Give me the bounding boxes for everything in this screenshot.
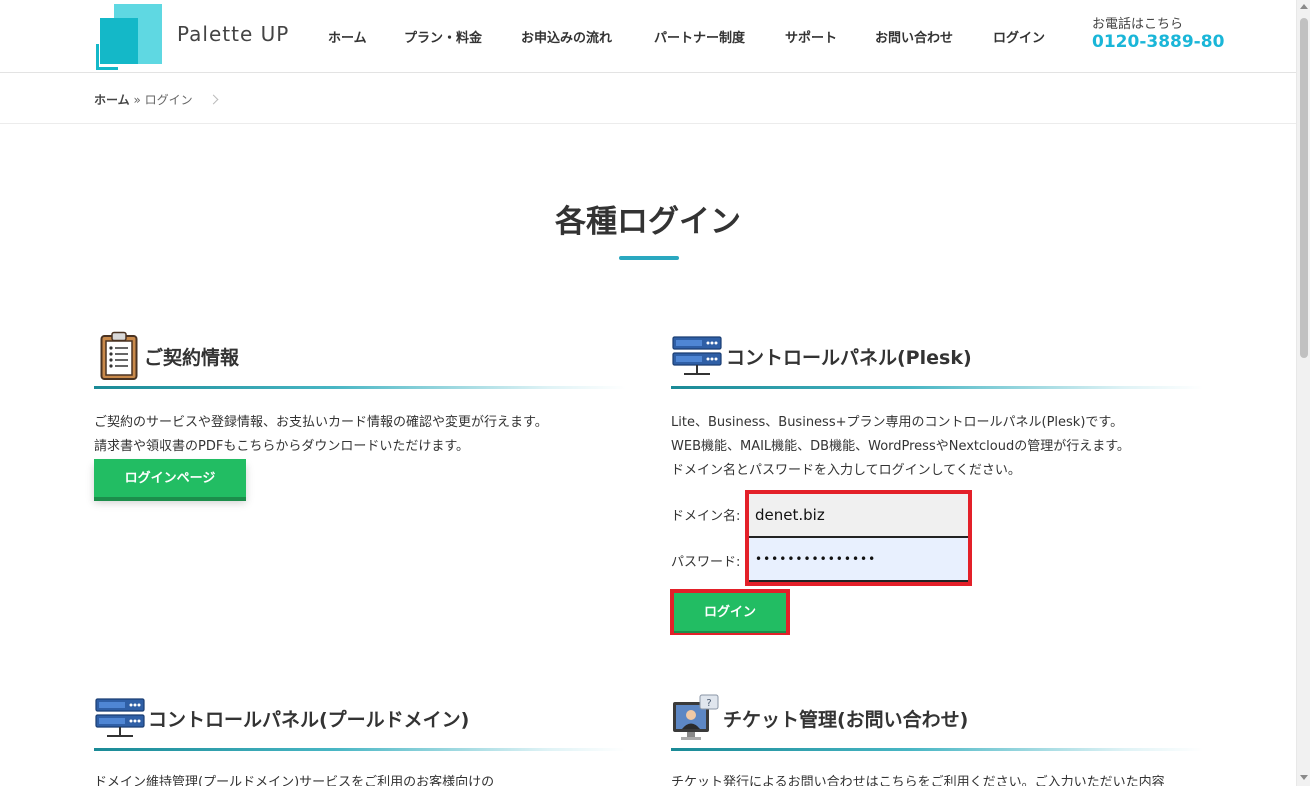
site-header: Palette UP ホーム プラン・料金 お申込みの流れ パートナー制度 サポ… (0, 0, 1296, 73)
plesk-section-rule (671, 386, 1203, 389)
nav-item-home[interactable]: ホーム (328, 27, 367, 46)
nav-item-flow[interactable]: お申込みの流れ (521, 27, 612, 46)
nav-item-login[interactable]: ログイン (993, 27, 1045, 46)
page-title: 各種ログイン (555, 204, 741, 240)
nav-item-contact[interactable]: お問い合わせ (875, 27, 953, 46)
scroll-up-arrow-icon[interactable] (1300, 4, 1308, 9)
breadcrumb: ホーム » ログイン (94, 91, 219, 108)
chevron-right-icon (209, 94, 219, 105)
contract-description-line-1: ご契約のサービスや登録情報、お支払いカード情報の確認や変更が行えます。 (94, 415, 548, 430)
pool-domain-section-title: コントロールパネル(プールドメイン) (148, 709, 470, 731)
plesk-section-title: コントロールパネル(Plesk) (726, 347, 972, 369)
server-icon (95, 698, 145, 740)
nav-item-plans[interactable]: プラン・料金 (404, 27, 482, 46)
title-underline (619, 256, 679, 260)
plesk-description-line-2: WEB機能、MAIL機能、DB機能、WordPressやNextcloudの管理… (671, 439, 1130, 454)
ticket-description-line-1: チケット発行によるお問い合わせはこちらをご利用ください。ご入力いただいた内容 (671, 775, 1165, 786)
scrollbar-thumb[interactable] (1300, 18, 1308, 358)
password-input[interactable] (749, 538, 968, 582)
plesk-description-line-1: Lite、Business、Business+プラン専用のコントロールパネル(P… (671, 415, 1124, 430)
support-operator-icon: ? (672, 694, 720, 742)
breadcrumb-separator: » (133, 93, 141, 107)
server-icon (672, 336, 722, 378)
pool-domain-description-line-1: ドメイン維持管理(プールドメイン)サービスをご利用のお客様向けの (94, 775, 495, 786)
ticket-section-rule (671, 748, 1203, 751)
breadcrumb-current: ログイン (144, 93, 193, 107)
nav-item-partner[interactable]: パートナー制度 (654, 27, 745, 46)
clipboard-icon (100, 331, 138, 381)
contract-description-line-2: 請求書や領収書のPDFもこちらからダウンロードいただけます。 (94, 439, 470, 454)
contract-section-title: ご契約情報 (144, 347, 240, 369)
phone-number[interactable]: 0120-3889-80 (1092, 32, 1224, 52)
palette-up-logo[interactable] (96, 4, 162, 70)
phone-label: お電話はこちら (1092, 17, 1184, 32)
vertical-scrollbar[interactable] (1296, 0, 1310, 786)
nav-item-support[interactable]: サポート (785, 27, 837, 46)
login-page-button[interactable]: ログインページ (94, 459, 246, 497)
contract-section-rule (94, 386, 626, 389)
ticket-section-title: チケット管理(お問い合わせ) (723, 709, 969, 731)
plesk-login-button[interactable]: ログイン (674, 593, 786, 631)
domain-name-input[interactable] (749, 494, 968, 538)
password-label: パスワード: (671, 555, 741, 570)
pool-domain-section-rule (94, 748, 626, 751)
brand-name[interactable]: Palette UP (177, 22, 289, 46)
scroll-down-arrow-icon[interactable] (1300, 775, 1308, 780)
plesk-description-line-3: ドメイン名とパスワードを入力してログインしてください。 (671, 463, 1021, 478)
breadcrumb-home[interactable]: ホーム (94, 93, 130, 107)
svg-text:?: ? (706, 698, 711, 709)
domain-name-label: ドメイン名: (671, 509, 741, 524)
breadcrumb-bar: ホーム » ログイン (0, 73, 1296, 124)
